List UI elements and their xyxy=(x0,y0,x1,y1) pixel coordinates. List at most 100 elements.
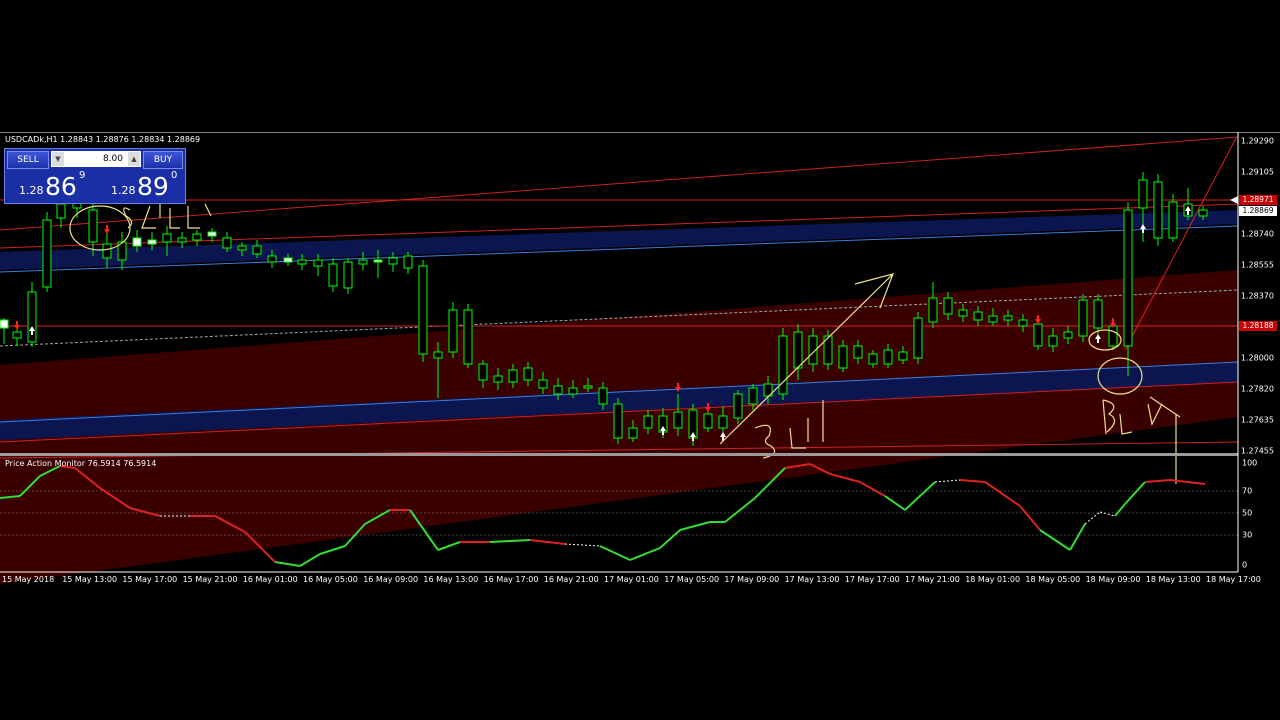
candle-bear xyxy=(1033,323,1043,347)
price-tick: 1.29290 xyxy=(1240,136,1274,146)
indicator-segment xyxy=(679,521,711,531)
indicator-segment xyxy=(529,539,566,545)
buy-quote[interactable]: 1.28 89 0 xyxy=(97,170,183,201)
regression-bands xyxy=(0,136,1239,584)
candle-bear xyxy=(1168,201,1178,239)
candle-bear xyxy=(853,345,863,359)
candle-bear xyxy=(478,363,488,381)
sell-circle xyxy=(69,205,131,251)
time-tick: 16 May 09:00 xyxy=(363,575,419,584)
indicator-segment xyxy=(984,481,1021,507)
candle-bear xyxy=(538,379,548,389)
time-tick: 18 May 13:00 xyxy=(1145,575,1201,584)
sell-scribble xyxy=(123,203,212,229)
candle-bear xyxy=(973,311,983,321)
candle-bear xyxy=(343,261,353,289)
price-tick: 1.27820 xyxy=(1240,384,1274,394)
candle-bear xyxy=(1198,209,1208,217)
time-tick: 17 May 01:00 xyxy=(604,575,659,584)
candle-bear xyxy=(177,237,187,243)
indicator-segment xyxy=(489,539,531,543)
candle-bull xyxy=(373,259,383,263)
indicator-segment xyxy=(564,543,601,547)
candle-bear xyxy=(1078,299,1088,337)
candle-bear xyxy=(313,259,323,267)
candle-bull xyxy=(0,319,9,329)
price-tick: 1.27635 xyxy=(1240,415,1274,425)
indicator-segment xyxy=(884,495,906,511)
candle-bear xyxy=(613,403,623,439)
candle-bear xyxy=(358,259,368,265)
buy-button[interactable]: BUY xyxy=(143,151,183,169)
candle-bear xyxy=(388,257,398,265)
indicator-segment xyxy=(1144,479,1171,483)
time-tick: 18 May 09:00 xyxy=(1085,575,1141,584)
candle-bear xyxy=(988,315,998,323)
indicator-segment xyxy=(319,545,346,555)
sell-button[interactable]: SELL xyxy=(7,151,49,169)
indicator-segment xyxy=(1069,523,1086,551)
candle-bear xyxy=(222,237,232,249)
candle-bear xyxy=(508,369,518,383)
candle-bear xyxy=(1153,181,1163,239)
current-price-pointer xyxy=(1230,196,1238,204)
candle-bear xyxy=(733,393,743,419)
candle-bear xyxy=(433,351,443,359)
candle-bear xyxy=(237,245,247,251)
indicator-level-label: 100 xyxy=(1242,458,1258,468)
candle-bear xyxy=(252,245,262,255)
time-tick: 17 May 13:00 xyxy=(784,575,840,584)
indicator-segment xyxy=(859,481,886,497)
current-price-tag: 1.28869 xyxy=(1239,206,1277,216)
candle-bear xyxy=(1003,315,1013,321)
price-tick: 1.28000 xyxy=(1240,353,1274,363)
time-tick: 15 May 17:00 xyxy=(122,575,178,584)
time-tick: 17 May 09:00 xyxy=(724,575,780,584)
chart-window: USDCADk,H1 1.28843 1.28876 1.28834 1.288… xyxy=(0,132,1280,590)
lot-size-input[interactable] xyxy=(65,151,125,167)
indicator-segment xyxy=(437,541,461,551)
indicator-segment xyxy=(1124,481,1146,505)
price-chart[interactable] xyxy=(0,132,1280,590)
candle-bull xyxy=(283,257,293,263)
indicator-segment xyxy=(1039,529,1071,551)
indicator-segment xyxy=(724,497,756,523)
indicator-segment xyxy=(959,479,986,483)
candle-bear xyxy=(838,345,848,369)
buy-quote-pips: 89 xyxy=(137,172,169,201)
candle-bear xyxy=(898,351,908,361)
indicator-segment xyxy=(659,529,681,549)
indicator-segment xyxy=(934,479,961,483)
candle-bear xyxy=(523,367,533,381)
candle-bear xyxy=(673,411,683,429)
candle-bear xyxy=(1123,209,1133,347)
sell-quote[interactable]: 1.28 86 9 xyxy=(7,170,93,201)
pane-separator xyxy=(0,453,1238,456)
candle-bear xyxy=(88,209,98,243)
price-tick: 1.28740 xyxy=(1240,229,1274,239)
lot-increase-icon[interactable]: ▲ xyxy=(128,152,140,166)
candle-bear xyxy=(267,255,277,263)
candle-bear xyxy=(493,375,503,383)
buy-quote-prefix: 1.28 xyxy=(111,184,136,197)
candle-bear xyxy=(1108,325,1118,347)
candle-bear xyxy=(568,387,578,395)
indicator-title: Price Action Monitor 76.5914 76.5914 xyxy=(5,459,157,468)
support-price-tag: 1.28188 xyxy=(1239,321,1277,331)
candle-bear xyxy=(102,243,112,259)
indicator-segment xyxy=(1114,503,1126,517)
candle-bear xyxy=(403,255,413,269)
candle-bear xyxy=(643,415,653,429)
sell-quote-prefix: 1.28 xyxy=(19,184,44,197)
price-tick: 1.28555 xyxy=(1240,260,1274,270)
candle-bear xyxy=(793,331,803,369)
indicator-segment xyxy=(904,481,936,511)
indicator-segment xyxy=(299,553,321,567)
price-tick: 1.28370 xyxy=(1240,291,1274,301)
candle-bear xyxy=(928,297,938,323)
candle-bear xyxy=(56,203,66,219)
indicator-segment xyxy=(829,473,861,483)
indicator-segment xyxy=(1099,511,1116,517)
lot-decrease-icon[interactable]: ▼ xyxy=(52,152,64,166)
chart-title: USDCADk,H1 1.28843 1.28876 1.28834 1.288… xyxy=(5,135,201,144)
